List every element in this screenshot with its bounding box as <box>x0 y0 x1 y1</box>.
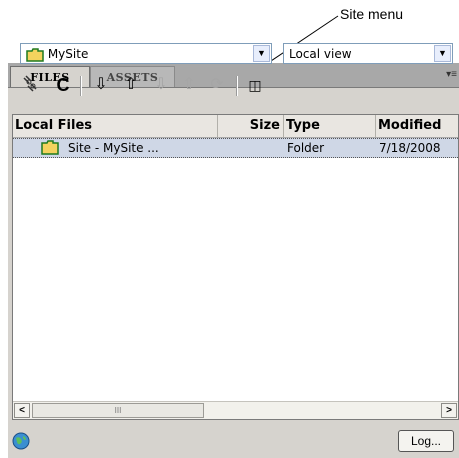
row-name: Site - MySite ... <box>68 141 159 155</box>
horizontal-scrollbar[interactable]: < III > <box>13 401 458 419</box>
refresh-icon[interactable]: C <box>52 74 74 96</box>
site-select[interactable]: MySite ▼ <box>20 43 272 64</box>
view-select-label: Local view <box>289 47 352 61</box>
file-list: Local Files Size Type Modified Site - My… <box>12 114 459 420</box>
table-row[interactable]: Site - MySite ... Folder 7/18/2008 <box>13 138 458 158</box>
panel-options-icon[interactable]: ▾≡ <box>446 69 457 80</box>
scroll-left-button[interactable]: < <box>14 403 30 418</box>
toolbar-separator <box>80 76 82 96</box>
chevron-down-icon[interactable]: ▼ <box>434 45 451 62</box>
row-modified: 7/18/2008 <box>379 141 441 155</box>
folder-icon <box>26 47 44 62</box>
callout-label: Site menu <box>340 6 404 22</box>
chevron-down-icon[interactable]: ▼ <box>253 45 270 62</box>
site-select-value: MySite <box>26 47 88 62</box>
column-header-type[interactable]: Type <box>284 115 376 137</box>
row-type: Folder <box>287 141 325 155</box>
check-out-icon[interactable]: ⇩ <box>150 74 172 96</box>
log-button[interactable]: Log... <box>398 430 454 452</box>
folder-icon <box>41 140 59 158</box>
scroll-right-button[interactable]: > <box>441 403 457 418</box>
connect-icon[interactable] <box>20 74 42 96</box>
check-in-icon[interactable]: ⇧ <box>178 74 200 96</box>
column-header-size[interactable]: Size <box>218 115 284 137</box>
column-header-local-files[interactable]: Local Files <box>13 115 218 137</box>
files-toolbar: C ⇩ ⇧ ⇩ ⇧ ⟳ ◫ <box>20 74 440 98</box>
column-header-modified[interactable]: Modified <box>376 115 459 137</box>
globe-icon[interactable] <box>12 432 30 450</box>
view-select[interactable]: Local view ▼ <box>283 43 453 64</box>
synchronize-icon[interactable]: ⟳ <box>206 74 228 96</box>
file-list-header: Local Files Size Type Modified <box>13 115 458 138</box>
status-bar: Log... <box>8 430 459 458</box>
put-files-icon[interactable]: ⇧ <box>120 74 142 96</box>
expand-icon[interactable]: ◫ <box>244 74 266 96</box>
get-files-icon[interactable]: ⇩ <box>90 74 112 96</box>
scroll-thumb[interactable]: III <box>32 403 204 418</box>
toolbar-separator <box>236 76 238 96</box>
site-select-label: MySite <box>47 47 89 61</box>
